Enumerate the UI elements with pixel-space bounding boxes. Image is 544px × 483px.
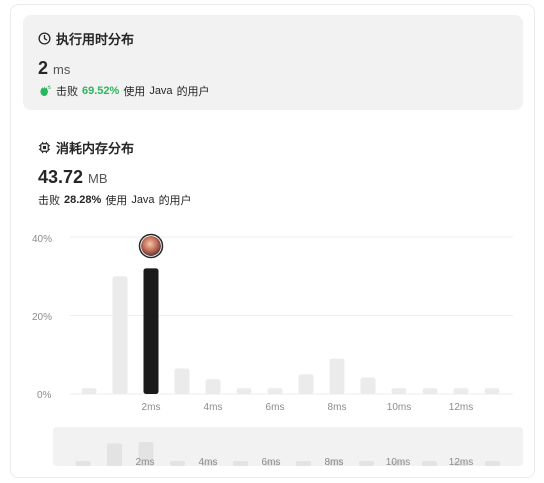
overview-mini-bar [422, 461, 437, 466]
overview-mini-bar [485, 461, 500, 466]
chart-bar[interactable] [174, 368, 190, 394]
x-tick-label: 4ms [204, 402, 223, 413]
chart-bar[interactable] [298, 374, 314, 394]
avatar-image [141, 236, 161, 256]
chart-bar[interactable] [81, 388, 97, 394]
chart-gridlines [70, 236, 513, 395]
chart-bar[interactable] [236, 388, 252, 394]
memory-distribution-chart[interactable]: 40% 20% 0% 2ms 4ms 6ms 8ms 10ms 12ms 2ms… [0, 0, 544, 483]
user-avatar-marker[interactable] [138, 233, 164, 259]
x-tick-label: 8ms [328, 402, 347, 413]
overview-mini-bar [75, 461, 91, 466]
overview-mini-bar [359, 461, 374, 466]
x-tick-label: 2ms [142, 402, 161, 413]
overview-mini-bar [233, 461, 248, 466]
x-tick-label: 12ms [449, 402, 473, 413]
overview-tick-label: 6ms [262, 457, 281, 468]
chart-bar[interactable] [267, 388, 283, 394]
chart-bar[interactable] [391, 388, 407, 394]
overview-tick-label: 8ms [325, 457, 344, 468]
chart-bar[interactable] [422, 388, 438, 394]
chart-bar[interactable] [205, 379, 221, 394]
chart-bar[interactable] [484, 388, 500, 394]
overview-mini-bar [170, 461, 185, 466]
chart-bar[interactable] [453, 388, 469, 394]
overview-mini-bar [107, 443, 122, 466]
chart-x-axis: 2ms 4ms 6ms 8ms 10ms 12ms [142, 402, 474, 413]
x-tick-label: 10ms [387, 402, 411, 413]
chart-y-axis: 40% 20% 0% [32, 234, 52, 401]
chart-bar[interactable] [360, 377, 376, 394]
y-tick-label: 0% [37, 390, 52, 401]
x-tick-label: 6ms [266, 402, 285, 413]
chart-bar[interactable] [329, 358, 345, 394]
overview-tick-label: 4ms [199, 457, 218, 468]
y-tick-label: 40% [32, 234, 52, 245]
overview-tick-label: 2ms [136, 457, 155, 468]
chart-bars [81, 268, 500, 394]
overview-tick-label: 12ms [449, 457, 473, 468]
y-tick-label: 20% [32, 312, 52, 323]
overview-mini-bar [296, 461, 311, 466]
chart-bar-current[interactable] [143, 268, 159, 394]
overview-tick-label: 10ms [386, 457, 410, 468]
chart-bar[interactable] [112, 276, 128, 394]
